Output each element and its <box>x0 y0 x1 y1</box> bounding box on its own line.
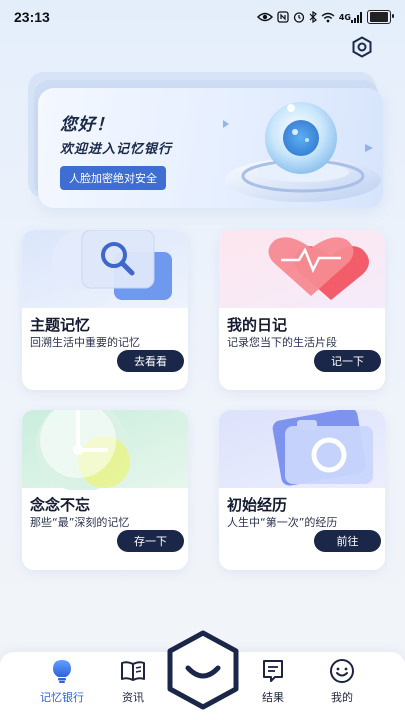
signal-4g-icon: 4G <box>339 10 363 24</box>
wifi-icon <box>321 10 335 24</box>
camera-icon <box>272 410 373 486</box>
bluetooth-icon <box>309 10 317 24</box>
eye-icon <box>256 10 273 24</box>
nav-item-news[interactable]: 资讯 <box>98 658 168 714</box>
nav-item-memory-bank[interactable]: 记忆银行 <box>27 658 97 714</box>
card-description: 记录您当下的生活片段 <box>227 336 337 349</box>
nav-label: 记忆银行 <box>40 691 84 704</box>
hexagon-smile-icon <box>167 630 239 710</box>
hero-welcome-text: 欢迎进入记忆银行 <box>60 142 173 157</box>
clock-icon <box>36 410 130 490</box>
card-title: 念念不忘 <box>30 496 91 514</box>
nav-label: 我的 <box>331 691 353 704</box>
card-description: 人生中“第一次”的经历 <box>227 516 338 529</box>
card-theme-memory[interactable]: 主题记忆 回溯生活中重要的记忆 去看看 <box>22 230 188 390</box>
alarm-icon <box>293 10 305 24</box>
card-unforgettable[interactable]: 念念不忘 那些“最”深刻的记忆 存一下 <box>22 410 188 570</box>
heart-pulse-icon <box>268 237 369 300</box>
message-icon <box>263 660 283 682</box>
hero-banner[interactable]: 您好！ 欢迎进入记忆银行 人脸加密绝对安全 <box>38 88 383 208</box>
go-button[interactable]: 前往 <box>314 530 381 552</box>
magnifier-icon <box>52 230 172 300</box>
battery-fill <box>370 12 388 22</box>
card-title: 初始经历 <box>227 496 288 514</box>
card-description: 回溯生活中重要的记忆 <box>30 336 140 349</box>
card-first-experience[interactable]: 初始经历 人生中“第一次”的经历 前往 <box>219 410 385 570</box>
hero-orb-illustration <box>223 102 381 202</box>
save-button[interactable]: 存一下 <box>117 530 184 552</box>
nav-item-mine[interactable]: 我的 <box>307 658 377 714</box>
card-description: 那些“最”深刻的记忆 <box>30 516 130 529</box>
lightbulb-icon <box>53 660 71 683</box>
book-icon <box>121 661 145 681</box>
nav-label: 结果 <box>262 691 284 704</box>
record-button[interactable]: 记一下 <box>314 350 381 372</box>
status-bar: 23:13 4G <box>0 0 405 34</box>
center-action-button[interactable] <box>166 630 240 710</box>
nfc-icon <box>277 10 289 24</box>
face-encryption-button[interactable]: 人脸加密绝对安全 <box>60 166 166 190</box>
card-my-diary[interactable]: 我的日记 记录您当下的生活片段 记一下 <box>219 230 385 390</box>
network-label: 4G <box>338 12 351 22</box>
hero-greeting: 您好！ <box>60 115 114 135</box>
nav-label: 资讯 <box>122 691 144 704</box>
smile-icon <box>330 659 354 683</box>
settings-icon[interactable] <box>351 36 373 58</box>
status-time: 23:13 <box>14 9 50 25</box>
card-title: 主题记忆 <box>30 316 91 334</box>
battery-icon <box>367 10 394 24</box>
status-icons: 4G <box>256 10 394 24</box>
card-title: 我的日记 <box>227 316 288 334</box>
nav-item-results[interactable]: 结果 <box>238 658 308 714</box>
go-see-button[interactable]: 去看看 <box>117 350 184 372</box>
